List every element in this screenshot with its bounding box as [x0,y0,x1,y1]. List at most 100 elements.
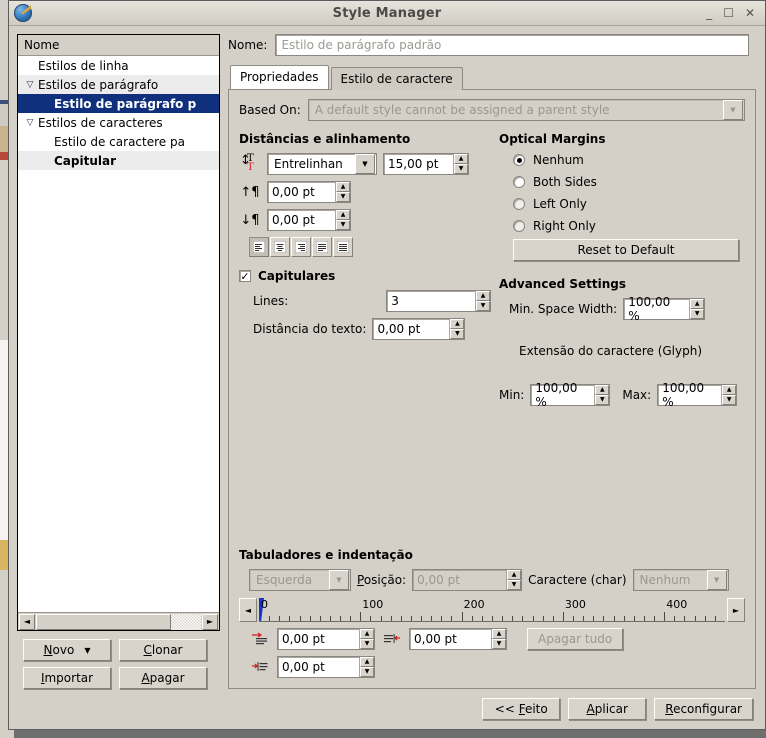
align-right-icon[interactable] [291,237,311,257]
new-style-button[interactable]: Novo ▼ [23,639,111,661]
tree-row[interactable]: ▽ Estilos de caracteres [18,113,219,132]
spin-down-icon[interactable]: ▼ [360,639,374,649]
first-line-indent-spinner[interactable]: 0,00 pt ▲ ▼ [277,628,375,650]
style-name-input[interactable]: Estilo de parágrafo padrão [275,34,749,56]
spinner-buttons[interactable]: ▲ ▼ [449,319,465,339]
drop-caps-distance-spinner[interactable]: 0,00 pt ▲ ▼ [372,318,466,340]
line-spacing-value[interactable]: 15,00 pt [384,154,453,174]
chevron-down-icon[interactable]: ▼ [706,570,727,590]
spin-up-icon[interactable]: ▲ [336,182,350,192]
left-indent-spinner[interactable]: 0,00 pt ▲ ▼ [277,656,375,678]
scroll-right-icon[interactable]: ► [202,613,218,630]
ruler-scroll-left-icon[interactable]: ◄ [239,598,257,622]
scroll-left-icon[interactable]: ◄ [19,613,35,630]
drop-caps-checkbox[interactable]: ✓ Capitulares [239,269,491,283]
spinner-buttons[interactable]: ▲ ▼ [721,385,737,405]
done-button[interactable]: << Feito [482,697,561,720]
tabulator-ruler-row[interactable]: ◄ 0 100 200 300 400 ► [239,598,745,622]
tabulator-position-spinner[interactable]: 0,00 pt ▲ ▼ [412,569,523,591]
first-line-indent-value[interactable]: 0,00 pt [278,629,359,649]
spin-down-icon[interactable]: ▼ [690,309,705,319]
radio-unselected-icon[interactable] [513,198,525,210]
minimize-icon[interactable]: _ [706,7,712,19]
tree-row[interactable]: Estilo de caractere pa [18,132,219,151]
tree-row-list[interactable]: Estilos de linha ▽ Estilos de parágrafo … [18,56,219,612]
spin-up-icon[interactable]: ▲ [360,629,374,639]
spin-up-icon[interactable]: ▲ [690,299,705,309]
spinner-buttons[interactable]: ▲ ▼ [359,657,374,677]
drop-caps-lines-value[interactable]: 3 [387,291,475,311]
radio-unselected-icon[interactable] [513,220,525,232]
spin-up-icon[interactable]: ▲ [450,319,465,329]
apply-button[interactable]: Aplicar [568,697,647,720]
spin-up-icon[interactable]: ▲ [492,629,506,639]
style-tree[interactable]: Nome Estilos de linha ▽ Estilos de parág… [17,34,220,631]
align-left-icon[interactable] [249,237,269,257]
twisty-icon[interactable]: ▽ [22,118,38,128]
right-indent-spinner[interactable]: 0,00 pt ▲ ▼ [409,628,507,650]
spin-down-icon[interactable]: ▼ [454,164,468,174]
tabulator-ruler[interactable]: 0 100 200 300 400 [259,598,725,622]
tab-propriedades[interactable]: Propriedades [230,65,329,89]
chevron-down-icon[interactable]: ▼ [329,570,349,590]
min-space-width-value[interactable]: 100,00 % [624,295,689,323]
spin-down-icon[interactable]: ▼ [492,639,506,649]
tabulator-position-value[interactable]: 0,00 pt [413,570,506,590]
spin-up-icon[interactable]: ▲ [476,291,490,301]
spin-down-icon[interactable]: ▼ [360,667,374,677]
spinner-buttons[interactable]: ▲ ▼ [689,299,705,319]
drop-caps-distance-value[interactable]: 0,00 pt [373,319,449,339]
spin-down-icon[interactable]: ▼ [336,220,350,230]
space-below-value[interactable]: 0,00 pt [268,210,335,230]
alignment-button-group[interactable] [249,237,491,257]
spinner-buttons[interactable]: ▲ ▼ [359,629,374,649]
align-center-icon[interactable] [270,237,290,257]
optical-margin-nenhum[interactable]: Nenhum [499,153,745,167]
optical-margin-left-only[interactable]: Left Only [499,197,745,211]
tree-horizontal-scrollbar[interactable]: ◄ ► [18,612,219,630]
editor-tabs[interactable]: Propriedades Estilo de caractere [228,65,757,90]
delete-style-button[interactable]: Apagar [119,667,207,689]
spin-down-icon[interactable]: ▼ [722,395,737,405]
spin-down-icon[interactable]: ▼ [595,395,610,405]
chevron-down-icon[interactable]: ▼ [723,100,743,120]
tree-row[interactable]: Capitular [18,151,219,170]
space-above-value[interactable]: 0,00 pt [268,182,335,202]
import-style-button[interactable]: Importar [23,667,111,689]
clone-style-button[interactable]: Clonar [119,639,207,661]
based-on-combo[interactable]: A default style cannot be assigned a par… [307,99,745,121]
spin-down-icon[interactable]: ▼ [336,192,350,202]
tabulator-type-combo[interactable]: Esquerda ▼ [249,569,351,591]
drop-caps-lines-spinner[interactable]: 3 ▲ ▼ [386,290,491,312]
glyph-max-spinner[interactable]: 100,00 % ▲ ▼ [657,381,738,409]
align-force-justify-icon[interactable] [333,237,353,257]
align-justify-icon[interactable] [312,237,332,257]
maximize-icon[interactable]: ☐ [723,7,734,19]
reset-to-default-button[interactable]: Reset to Default [513,239,739,261]
checkbox-checked-icon[interactable]: ✓ [239,270,251,282]
spin-up-icon[interactable]: ▲ [336,210,350,220]
scrollbar-thumb[interactable] [36,613,172,630]
spinner-buttons[interactable]: ▲ ▼ [475,291,490,311]
spin-up-icon[interactable]: ▲ [507,570,522,580]
spinner-buttons[interactable]: ▲ ▼ [335,210,350,230]
chevron-down-icon[interactable]: ▼ [355,154,375,174]
spin-down-icon[interactable]: ▼ [476,301,490,311]
tree-row[interactable]: ▽ Estilos de parágrafo [18,75,219,94]
spin-down-icon[interactable]: ▼ [450,329,465,339]
radio-unselected-icon[interactable] [513,176,525,188]
tab-estilo-de-caractere[interactable]: Estilo de caractere [330,67,463,90]
min-space-width-spinner[interactable]: 100,00 % ▲ ▼ [623,295,706,323]
right-indent-value[interactable]: 0,00 pt [410,629,491,649]
chevron-down-icon[interactable]: ▼ [84,646,90,655]
space-below-spinner[interactable]: 0,00 pt ▲ ▼ [267,209,351,231]
clear-all-tabs-button[interactable]: Apagar tudo [527,628,624,650]
line-spacing-mode-combo[interactable]: Entrelinhan ▼ [267,153,377,175]
space-above-spinner[interactable]: 0,00 pt ▲ ▼ [267,181,351,203]
glyph-max-value[interactable]: 100,00 % [658,381,721,409]
close-icon[interactable]: ✕ [745,7,755,19]
spinner-buttons[interactable]: ▲ ▼ [491,629,506,649]
fill-char-combo[interactable]: Nenhum ▼ [632,569,729,591]
spinner-buttons[interactable]: ▲ ▼ [335,182,350,202]
tree-row-selected[interactable]: Estilo de parágrafo p [18,94,219,113]
